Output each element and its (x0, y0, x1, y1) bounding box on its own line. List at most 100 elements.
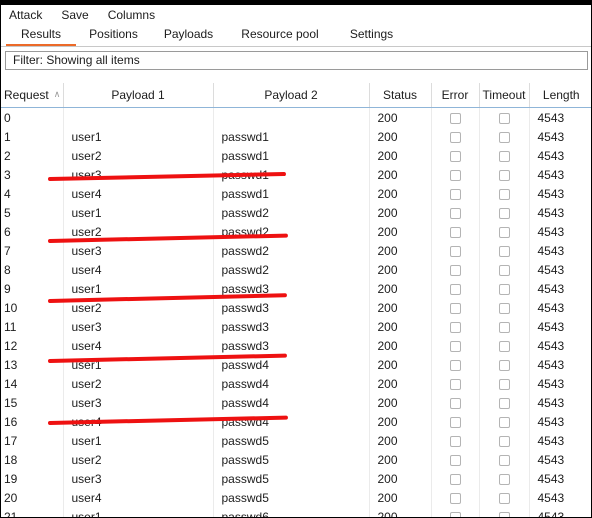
timeout-checkbox[interactable] (498, 473, 510, 485)
timeout-checkbox[interactable] (498, 245, 510, 257)
column-header-status[interactable]: Status (369, 83, 432, 108)
table-row[interactable]: 1 user1 passwd1 200 4543 (1, 127, 591, 146)
column-header-length[interactable]: Length (529, 83, 591, 108)
timeout-checkbox[interactable] (498, 416, 510, 428)
timeout-checkbox[interactable] (498, 435, 510, 447)
error-checkbox[interactable] (449, 435, 461, 447)
error-checkbox[interactable] (449, 454, 461, 466)
table-row[interactable]: 3 user3 passwd1 200 4543 (1, 165, 591, 184)
error-checkbox[interactable] (449, 131, 461, 143)
timeout-checkbox[interactable] (498, 511, 510, 517)
error-checkbox[interactable] (449, 226, 461, 238)
table-row[interactable]: 13 user1 passwd4 200 4543 (1, 355, 591, 374)
column-header-payload2[interactable]: Payload 2 (213, 83, 370, 108)
cell-status: 200 (369, 507, 432, 517)
menu-save[interactable]: Save (61, 5, 99, 25)
menu-columns[interactable]: Columns (108, 5, 166, 25)
table-row[interactable]: 5 user1 passwd2 200 4543 (1, 203, 591, 222)
error-checkbox[interactable] (449, 283, 461, 295)
tab-settings[interactable]: Settings (334, 25, 409, 46)
table-row[interactable]: 19 user3 passwd5 200 4543 (1, 469, 591, 488)
error-checkbox[interactable] (449, 188, 461, 200)
error-checkbox[interactable] (449, 340, 461, 352)
timeout-checkbox[interactable] (498, 321, 510, 333)
timeout-checkbox[interactable] (498, 150, 510, 162)
tab-resource-pool[interactable]: Resource pool (226, 25, 334, 46)
filter-bar[interactable]: Filter: Showing all items (5, 51, 588, 70)
cell-timeout (479, 431, 530, 450)
sort-ascending-icon[interactable]: ∧ (54, 89, 61, 100)
table-row[interactable]: 15 user3 passwd4 200 4543 (1, 393, 591, 412)
table-row[interactable]: 16 user4 passwd4 200 4543 (1, 412, 591, 431)
cell-length: 4543 (529, 298, 591, 317)
tab-results[interactable]: Results (6, 25, 76, 46)
timeout-checkbox[interactable] (498, 188, 510, 200)
cell-status: 200 (369, 184, 432, 203)
timeout-checkbox[interactable] (498, 454, 510, 466)
column-header-timeout[interactable]: Timeout (479, 83, 530, 108)
timeout-checkbox[interactable] (498, 226, 510, 238)
error-checkbox[interactable] (449, 264, 461, 276)
cell-request: 11 (1, 317, 64, 336)
table-row[interactable]: 17 user1 passwd5 200 4543 (1, 431, 591, 450)
tab-positions[interactable]: Positions (76, 25, 151, 46)
column-header-payload1[interactable]: Payload 1 (63, 83, 214, 108)
timeout-checkbox[interactable] (498, 378, 510, 390)
table-row[interactable]: 0 200 4543 (1, 107, 591, 127)
timeout-checkbox[interactable] (498, 264, 510, 276)
error-checkbox[interactable] (449, 302, 461, 314)
table-row[interactable]: 6 user2 passwd2 200 4543 (1, 222, 591, 241)
table-row[interactable]: 12 user4 passwd3 200 4543 (1, 336, 591, 355)
table-row[interactable]: 18 user2 passwd5 200 4543 (1, 450, 591, 469)
table-row[interactable]: 4 user4 passwd1 200 4543 (1, 184, 591, 203)
table-row[interactable]: 9 user1 passwd3 200 4543 (1, 279, 591, 298)
error-checkbox[interactable] (449, 112, 461, 124)
results-table-container[interactable]: Request ∧ Payload 1 Payload 2 Status Erro… (1, 83, 591, 517)
error-checkbox[interactable] (449, 245, 461, 257)
error-checkbox[interactable] (449, 492, 461, 504)
timeout-checkbox[interactable] (498, 112, 510, 124)
cell-timeout (479, 469, 530, 488)
cell-status: 200 (369, 488, 432, 507)
timeout-checkbox[interactable] (498, 397, 510, 409)
error-checkbox[interactable] (449, 169, 461, 181)
timeout-checkbox[interactable] (498, 283, 510, 295)
table-row[interactable]: 10 user2 passwd3 200 4543 (1, 298, 591, 317)
error-checkbox[interactable] (449, 359, 461, 371)
table-row[interactable]: 14 user2 passwd4 200 4543 (1, 374, 591, 393)
table-row[interactable]: 21 user1 passwd6 200 4543 (1, 507, 591, 517)
cell-length: 4543 (529, 355, 591, 374)
timeout-checkbox[interactable] (498, 340, 510, 352)
error-checkbox[interactable] (449, 150, 461, 162)
column-header-error[interactable]: Error (431, 83, 480, 108)
cell-status: 200 (369, 203, 432, 222)
timeout-checkbox[interactable] (498, 302, 510, 314)
table-row[interactable]: 7 user3 passwd2 200 4543 (1, 241, 591, 260)
tab-bar: Results Positions Payloads Resource pool… (1, 25, 591, 47)
error-checkbox[interactable] (449, 473, 461, 485)
error-checkbox[interactable] (449, 321, 461, 333)
table-row[interactable]: 20 user4 passwd5 200 4543 (1, 488, 591, 507)
timeout-checkbox[interactable] (498, 131, 510, 143)
error-checkbox[interactable] (449, 416, 461, 428)
table-row[interactable]: 8 user4 passwd2 200 4543 (1, 260, 591, 279)
timeout-checkbox[interactable] (498, 359, 510, 371)
timeout-checkbox[interactable] (498, 207, 510, 219)
cell-payload2: passwd4 (213, 355, 370, 374)
tab-payloads[interactable]: Payloads (151, 25, 226, 46)
table-row[interactable]: 2 user2 passwd1 200 4543 (1, 146, 591, 165)
cell-length: 4543 (529, 203, 591, 222)
error-checkbox[interactable] (449, 511, 461, 517)
timeout-checkbox[interactable] (498, 492, 510, 504)
cell-length: 4543 (529, 279, 591, 298)
table-row[interactable]: 11 user3 passwd3 200 4543 (1, 317, 591, 336)
error-checkbox[interactable] (449, 378, 461, 390)
error-checkbox[interactable] (449, 397, 461, 409)
column-header-request[interactable]: Request ∧ (1, 83, 64, 108)
cell-error (431, 107, 480, 127)
menu-attack[interactable]: Attack (9, 5, 53, 25)
cell-payload1: user2 (63, 146, 214, 165)
error-checkbox[interactable] (449, 207, 461, 219)
timeout-checkbox[interactable] (498, 169, 510, 181)
cell-payload2: passwd3 (213, 336, 370, 355)
